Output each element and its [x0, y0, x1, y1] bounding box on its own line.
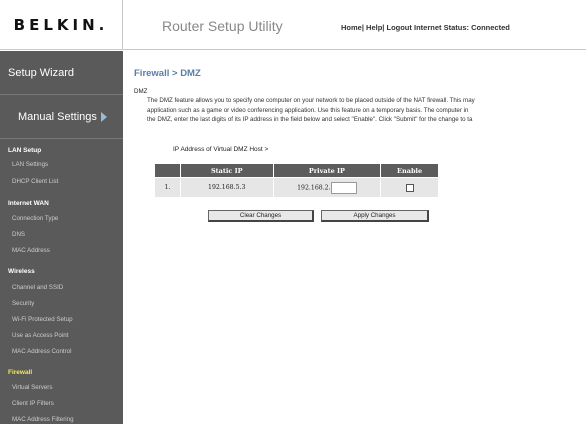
private-ip-prefix: 192.168.2. — [297, 184, 331, 191]
breadcrumb: Firewall > DMZ — [134, 68, 201, 79]
nav-section-internet-wan[interactable]: Internet WAN — [8, 200, 49, 207]
column-header-number — [154, 163, 181, 178]
description-line: application such as a game or video conf… — [147, 106, 469, 114]
clear-changes-button[interactable]: Clear Changes — [208, 210, 314, 222]
logo-box: BELKIN. — [0, 0, 123, 50]
static-ip-value: 192.168.5.3 — [179, 177, 274, 198]
dmz-host-table: Static IP Private IP Enable 1. 192.168.5… — [154, 163, 439, 198]
private-ip-last-octet-input[interactable] — [330, 181, 357, 194]
row-number: 1. — [154, 177, 181, 198]
enable-checkbox[interactable] — [405, 183, 414, 192]
sidebar-item-lan-settings[interactable]: LAN Settings — [12, 161, 48, 168]
nav-section-firewall[interactable]: Firewall — [8, 369, 32, 376]
sidebar-item-dhcp-client-list[interactable]: DHCP Client List — [12, 178, 58, 185]
arrow-right-icon — [100, 111, 107, 122]
header-links: Home| Help| Logout Internet Status: Conn… — [341, 23, 510, 32]
section-label: DMZ — [134, 88, 148, 95]
setup-wizard-label: Setup Wizard — [8, 66, 75, 79]
sidebar-item-connection-type[interactable]: Connection Type — [12, 215, 58, 222]
column-header-enable: Enable — [380, 163, 439, 178]
dmz-description: The DMZ feature allows you to specify on… — [147, 96, 586, 125]
column-header-private-ip: Private IP — [272, 163, 382, 178]
column-header-static-ip: Static IP — [179, 163, 274, 178]
sidebar-item-channel-ssid[interactable]: Channel and SSID — [12, 284, 63, 291]
table-row: 1. 192.168.5.3 192.168.2. — [154, 177, 439, 198]
sidebar-item-dns[interactable]: DNS — [12, 231, 25, 238]
nav-section-lan-setup[interactable]: LAN Setup — [8, 147, 41, 154]
private-ip-cell: 192.168.2. — [272, 177, 382, 198]
table-header-row: Static IP Private IP Enable — [154, 163, 439, 178]
manual-settings-label: Manual Settings — [18, 110, 97, 123]
sidebar-item-virtual-servers[interactable]: Virtual Servers — [12, 384, 52, 391]
setup-wizard-button[interactable]: Setup Wizard — [0, 51, 123, 95]
sidebar-item-mac-address-control[interactable]: MAC Address Control — [12, 348, 72, 355]
sidebar-item-mac-address[interactable]: MAC Address — [12, 247, 50, 254]
logout-link[interactable]: Logout — [386, 23, 411, 32]
apply-changes-button[interactable]: Apply Changes — [321, 210, 429, 222]
internet-status: Internet Status: Connected — [413, 23, 510, 32]
sidebar: Setup Wizard Manual Settings LAN Setup L… — [0, 51, 123, 424]
home-link[interactable]: Home — [341, 23, 362, 32]
help-link[interactable]: Help — [366, 23, 382, 32]
description-line: the DMZ, enter the last digits of its IP… — [147, 116, 473, 123]
app-title: Router Setup Utility — [162, 18, 283, 34]
sidebar-item-mac-address-filtering[interactable]: MAC Address Filtering — [12, 416, 74, 423]
sidebar-item-access-point[interactable]: Use as Access Point — [12, 332, 68, 339]
manual-settings-header[interactable]: Manual Settings — [0, 95, 123, 139]
nav-section-wireless[interactable]: Wireless — [8, 268, 35, 275]
sidebar-item-client-ip-filters[interactable]: Client IP Filters — [12, 400, 54, 407]
belkin-logo[interactable]: BELKIN. — [14, 16, 109, 34]
enable-cell — [380, 177, 439, 198]
description-line: The DMZ feature allows you to specify on… — [147, 97, 475, 104]
table-heading: IP Address of Virtual DMZ Host > — [173, 146, 269, 153]
sidebar-item-wifi-protected-setup[interactable]: Wi-Fi Protected Setup — [12, 316, 73, 323]
sidebar-item-security[interactable]: Security — [12, 300, 34, 307]
header: BELKIN. Router Setup Utility Home| Help|… — [0, 0, 586, 50]
